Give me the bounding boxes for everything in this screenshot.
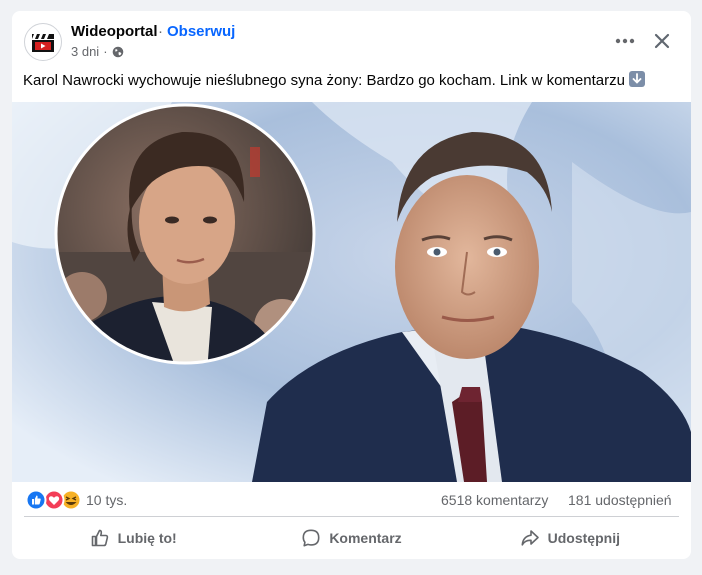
caption-text: Karol Nawrocki wychowuje nieślubnego syn… <box>23 72 625 89</box>
post-card: Wideoportal · Obserwuj 3 dni · Karol Naw… <box>12 11 691 559</box>
more-horizontal-icon <box>615 38 635 44</box>
globe-icon[interactable] <box>112 46 124 58</box>
close-icon <box>654 33 670 49</box>
post-caption: Karol Nawrocki wychowuje nieślubnego syn… <box>23 71 683 91</box>
page-name[interactable]: Wideoportal <box>71 23 158 40</box>
post-image[interactable] <box>12 102 691 482</box>
close-button[interactable] <box>648 27 676 55</box>
meta-separator: · <box>103 44 108 59</box>
page-avatar[interactable] <box>24 23 62 61</box>
comment-bubble-icon <box>302 529 320 547</box>
share-label: Udostępnij <box>547 530 620 546</box>
action-bar: Lubię to! Komentarz Udostępnij <box>24 521 679 555</box>
share-arrow-icon <box>521 530 539 546</box>
comments-count[interactable]: 6518 komentarzy <box>441 492 548 508</box>
like-button[interactable]: Lubię to! <box>24 521 242 555</box>
reactions-row: 10 tys. 6518 komentarzy 181 udostępnień <box>12 487 691 515</box>
thumbs-up-icon <box>91 529 108 547</box>
actions-divider <box>24 516 679 517</box>
love-reaction-icon <box>43 489 65 511</box>
comment-label: Komentarz <box>329 530 402 546</box>
reaction-count[interactable]: 10 tys. <box>86 492 127 508</box>
post-timestamp[interactable]: 3 dni <box>71 44 99 59</box>
like-reaction-icon <box>25 489 47 511</box>
like-label: Lubię to! <box>117 530 177 546</box>
post-photo <box>12 102 691 482</box>
comment-button[interactable]: Komentarz <box>242 521 460 555</box>
post-header: Wideoportal · Obserwuj 3 dni · <box>12 11 691 71</box>
post-meta: 3 dni · <box>71 44 124 59</box>
name-separator: · <box>158 23 163 40</box>
shares-count[interactable]: 181 udostępnień <box>568 492 672 508</box>
arrow-down-emoji-icon <box>628 71 645 87</box>
share-button[interactable]: Udostępnij <box>461 521 679 555</box>
more-options-button[interactable] <box>610 27 640 55</box>
reaction-icons[interactable] <box>25 489 82 511</box>
video-clapper-icon <box>32 34 54 52</box>
follow-button[interactable]: Obserwuj <box>167 23 235 40</box>
